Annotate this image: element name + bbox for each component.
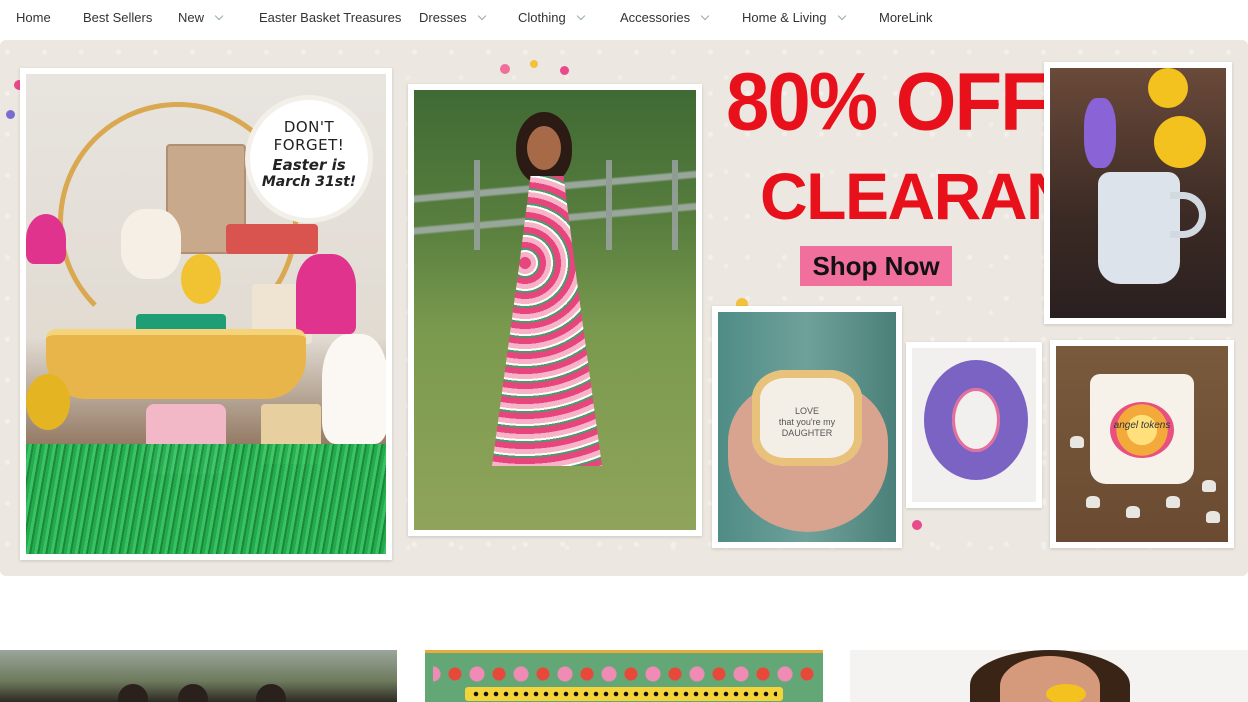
easter-grass — [26, 444, 386, 554]
nav-new-label: New — [178, 10, 205, 25]
nav-clothing[interactable]: Clothing — [518, 10, 585, 25]
nav-home-living-label: Home & Living — [742, 10, 827, 25]
pitcher-handle — [1170, 192, 1206, 238]
trinket-bowl: LOVE that you're my DAUGHTER — [752, 370, 862, 466]
reminder-line-4: March 31st! — [261, 174, 357, 190]
chevron-down-icon — [477, 11, 486, 20]
nav-morelink-label: MoreLink — [879, 10, 933, 25]
nav-morelink[interactable]: MoreLink — [879, 10, 932, 25]
bunny-vase — [322, 334, 386, 444]
trinket-dish-image: LOVE that you're my DAUGHTER — [718, 312, 896, 542]
person-head — [178, 684, 208, 702]
boho-bandeau — [226, 224, 318, 254]
nav-best-sellers-label: Best Sellers — [83, 10, 153, 25]
nav-best-sellers[interactable]: Best Sellers — [83, 10, 152, 25]
bowl-inscription: LOVE that you're my DAUGHTER — [778, 406, 836, 438]
scrunchie — [924, 360, 1028, 480]
angel-token — [1126, 506, 1140, 518]
easter-basket-photo[interactable]: DON'T FORGET! Easter is March 31st! — [20, 68, 392, 560]
flower-decoration — [560, 66, 569, 75]
pitcher — [1098, 172, 1180, 284]
hero-banner[interactable]: DON'T FORGET! Easter is March 31st! 80% … — [0, 40, 1248, 576]
reminder-line-3: Easter is — [272, 156, 346, 174]
nav-home-living[interactable]: Home & Living — [742, 10, 846, 25]
trinket-dish-photo[interactable]: LOVE that you're my DAUGHTER — [712, 306, 902, 548]
flower-decoration — [530, 60, 538, 68]
chevron-down-icon — [576, 11, 585, 20]
pouch-label: angel tokens — [1113, 420, 1171, 431]
floral-pattern — [433, 659, 815, 689]
unicorn-plush — [121, 209, 181, 279]
scrunchie-photo[interactable] — [906, 342, 1042, 508]
model-face — [527, 126, 561, 170]
nav-easter-basket-treasures[interactable]: Easter Basket Treasures — [259, 10, 401, 25]
shop-now-button[interactable]: Shop Now — [800, 246, 952, 286]
angel-token — [1202, 480, 1216, 492]
dotted-border-pattern — [465, 687, 783, 701]
angel-token — [1070, 436, 1084, 448]
chevron-down-icon — [700, 11, 710, 20]
pitcher-vase-photo[interactable] — [1044, 62, 1232, 324]
reminder-line-1: DON'T — [283, 118, 335, 136]
lavender — [1084, 98, 1116, 168]
nav-accessories-label: Accessories — [620, 10, 691, 25]
drawstring-pouch: angel tokens — [1090, 374, 1194, 484]
pink-flower — [26, 214, 66, 264]
sunflower — [1154, 116, 1206, 168]
floral-dress-image — [414, 90, 696, 530]
sale-headline: 80% OFF — [726, 54, 1048, 148]
tulips — [296, 254, 356, 334]
nav-accessories[interactable]: Accessories — [620, 10, 710, 25]
reminder-line-2: FORGET! — [273, 136, 345, 154]
category-tile-1[interactable] — [0, 650, 397, 702]
angel-tokens-image: angel tokens — [1056, 346, 1228, 542]
angel-token — [1206, 511, 1220, 523]
category-tile-2[interactable] — [425, 650, 823, 702]
nav-clothing-label: Clothing — [518, 10, 566, 25]
flower-decoration — [500, 64, 510, 74]
nav-dresses[interactable]: Dresses — [419, 10, 486, 25]
floral-dress-photo[interactable] — [408, 84, 702, 536]
angel-token — [1086, 496, 1100, 508]
nav-easter-label: Easter Basket Treasures — [259, 10, 402, 25]
nav-home[interactable]: Home — [16, 10, 51, 25]
sunflower — [1046, 684, 1086, 702]
yellow-egg — [181, 254, 221, 304]
gold-egg — [26, 374, 70, 430]
nav-new[interactable]: New — [178, 10, 224, 25]
angel-tokens-photo[interactable]: angel tokens — [1050, 340, 1234, 548]
flower-decoration — [912, 520, 922, 530]
chevron-down-icon — [214, 11, 224, 20]
person-head — [256, 684, 286, 702]
flower-decoration — [6, 110, 15, 119]
nav-home-label: Home — [16, 10, 51, 25]
nav-dresses-label: Dresses — [419, 10, 467, 25]
scrunchie-image — [912, 348, 1036, 502]
person-head — [118, 684, 148, 702]
chevron-down-icon — [837, 11, 846, 20]
basket — [46, 329, 306, 399]
easter-reminder-bubble: DON'T FORGET! Easter is March 31st! — [250, 100, 368, 218]
sunflower — [1148, 68, 1188, 108]
pitcher-vase-image — [1050, 68, 1226, 318]
main-nav: Home Best Sellers New Easter Basket Trea… — [0, 0, 1248, 36]
category-tile-3[interactable] — [850, 650, 1248, 702]
angel-token — [1166, 496, 1180, 508]
